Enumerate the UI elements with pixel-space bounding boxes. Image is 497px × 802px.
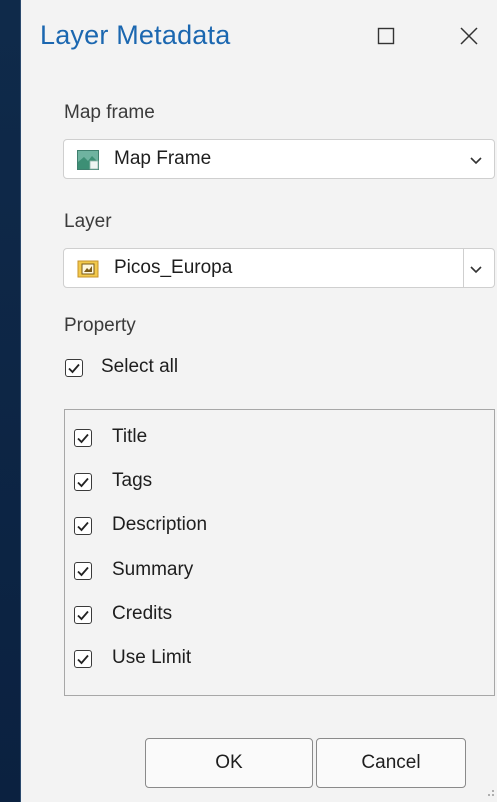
- maximize-icon: [377, 27, 395, 50]
- property-list[interactable]: Title Tags Description Summary Credits U…: [64, 409, 495, 696]
- tags-checkbox[interactable]: [74, 473, 92, 491]
- layer-label: Layer: [64, 211, 112, 232]
- close-icon: [459, 26, 479, 51]
- layer-metadata-dialog: Layer Metadata Map frame Map Frame Layer: [20, 0, 497, 802]
- list-item-label: Title: [112, 426, 148, 447]
- dropdown-separator: [463, 249, 464, 287]
- map-frame-label: Map frame: [64, 102, 155, 123]
- list-item-label: Summary: [112, 559, 194, 580]
- list-item-description[interactable]: Description: [65, 506, 494, 546]
- checkmark-icon: [77, 654, 89, 665]
- map-frame-icon: [77, 150, 99, 170]
- list-item-use-limit[interactable]: Use Limit: [65, 639, 494, 679]
- list-item-credits[interactable]: Credits: [65, 595, 494, 635]
- property-label: Property: [64, 315, 136, 336]
- ok-button[interactable]: OK: [145, 738, 313, 788]
- maximize-button[interactable]: [366, 18, 406, 58]
- list-item-tags[interactable]: Tags: [65, 462, 494, 502]
- list-item-label: Tags: [112, 470, 153, 491]
- dialog-title: Layer Metadata: [40, 20, 231, 50]
- list-item-label: Credits: [112, 603, 173, 624]
- title-bar[interactable]: Layer Metadata: [21, 0, 497, 82]
- resize-grip-icon[interactable]: [483, 784, 495, 796]
- list-item-summary[interactable]: Summary: [65, 551, 494, 591]
- select-all-checkbox[interactable]: [65, 359, 83, 377]
- credits-checkbox[interactable]: [74, 606, 92, 624]
- map-frame-value: Map Frame: [114, 148, 212, 169]
- description-checkbox[interactable]: [74, 517, 92, 535]
- list-item-label: Description: [112, 514, 208, 535]
- summary-checkbox[interactable]: [74, 562, 92, 580]
- checkmark-icon: [77, 433, 89, 444]
- cancel-button[interactable]: Cancel: [316, 738, 466, 788]
- close-button[interactable]: [449, 18, 489, 58]
- title-checkbox[interactable]: [74, 429, 92, 447]
- use-limit-checkbox[interactable]: [74, 650, 92, 668]
- checkmark-icon: [77, 477, 89, 488]
- checkmark-icon: [77, 610, 89, 621]
- layer-value: Picos_Europa: [114, 257, 233, 278]
- map-frame-dropdown[interactable]: Map Frame: [63, 139, 495, 179]
- list-item-title[interactable]: Title: [65, 418, 494, 458]
- checkmark-icon: [77, 566, 89, 577]
- raster-layer-icon: [77, 259, 99, 279]
- chevron-down-icon: [468, 152, 484, 168]
- chevron-down-icon: [468, 261, 484, 277]
- checkmark-icon: [77, 521, 89, 532]
- checkmark-icon: [68, 363, 80, 374]
- select-all-label: Select all: [101, 356, 179, 377]
- layer-dropdown[interactable]: Picos_Europa: [63, 248, 495, 288]
- list-item-label: Use Limit: [112, 647, 192, 668]
